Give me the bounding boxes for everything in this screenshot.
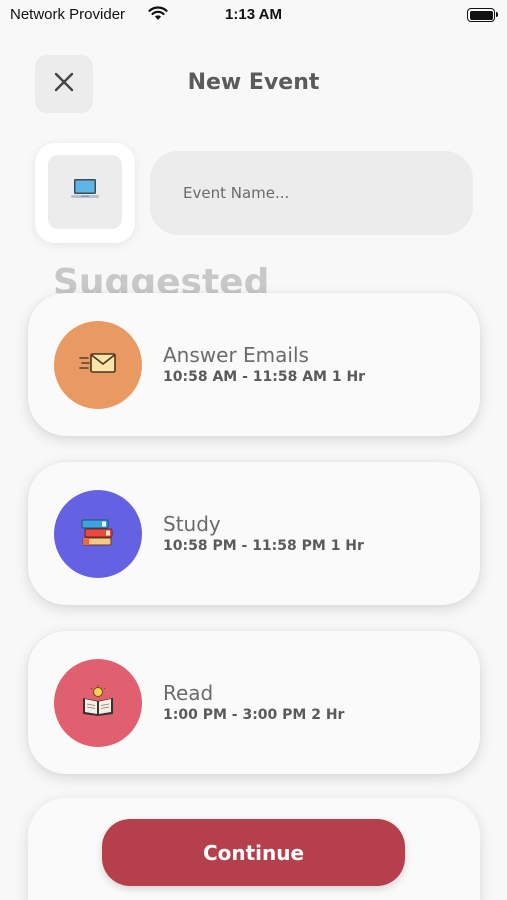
event-name-input[interactable] bbox=[150, 151, 473, 235]
suggestion-title: Answer Emails bbox=[163, 343, 309, 367]
suggestion-card-answer-emails[interactable]: Answer Emails 10:58 AM - 11:58 AM 1 Hr bbox=[28, 293, 480, 436]
suggestion-time: 10:58 PM - 11:58 PM 1 Hr bbox=[163, 538, 364, 554]
suggestion-time: 10:58 AM - 11:58 AM 1 Hr bbox=[163, 369, 366, 385]
books-icon bbox=[80, 516, 116, 552]
email-icon bbox=[79, 349, 117, 381]
suggestion-icon-circle bbox=[54, 490, 142, 578]
suggestion-card-study[interactable]: Study 10:58 PM - 11:58 PM 1 Hr bbox=[28, 462, 480, 605]
event-icon-picker[interactable] bbox=[35, 143, 135, 243]
status-time: 1:13 AM bbox=[225, 6, 282, 23]
battery-icon bbox=[467, 8, 498, 22]
suggestion-icon-circle bbox=[54, 321, 142, 409]
suggestion-card-read[interactable]: Read 1:00 PM - 3:00 PM 2 Hr bbox=[28, 631, 480, 774]
event-icon-tile[interactable] bbox=[48, 155, 122, 229]
laptop-icon bbox=[70, 176, 100, 208]
suggestion-title: Study bbox=[163, 512, 221, 536]
suggestion-time: 1:00 PM - 3:00 PM 2 Hr bbox=[163, 707, 345, 723]
open-book-icon bbox=[80, 685, 116, 721]
status-bar: Network Provider 1:13 AM bbox=[0, 0, 507, 32]
page-title: New Event bbox=[187, 70, 320, 95]
suggestion-title: Read bbox=[163, 681, 214, 705]
suggestion-icon-circle bbox=[54, 659, 142, 747]
continue-button[interactable]: Continue bbox=[102, 819, 405, 886]
